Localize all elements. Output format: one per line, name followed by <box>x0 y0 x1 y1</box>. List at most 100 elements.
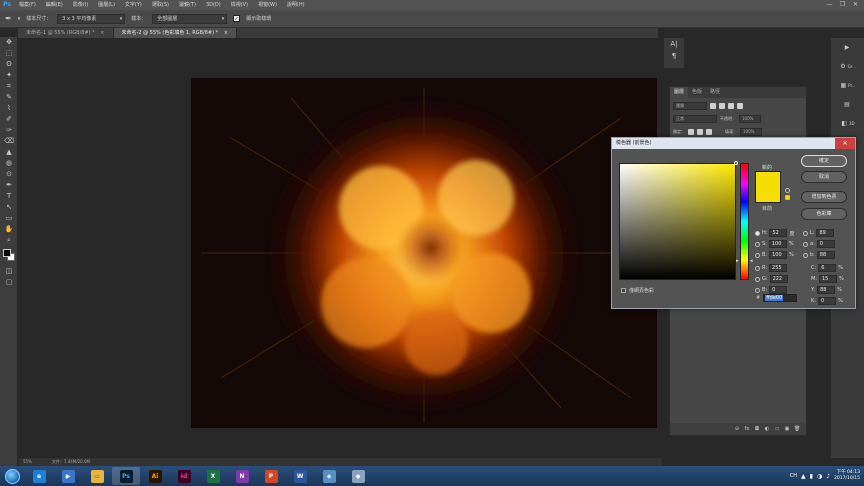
dock-play-item[interactable]: ▶ <box>831 38 864 57</box>
tab-layers[interactable]: 圖層 <box>670 87 689 98</box>
quick-select-tool-icon[interactable]: ✦ <box>0 70 18 81</box>
brightness-radio[interactable] <box>755 252 760 258</box>
current-color-swatch[interactable] <box>755 187 781 203</box>
start-button[interactable] <box>0 466 24 486</box>
add-mask-icon[interactable]: ◘ <box>754 426 760 432</box>
show-hidden-icons-icon[interactable]: ▲ <box>801 473 806 480</box>
dodge-tool-icon[interactable]: ⊙ <box>0 169 18 180</box>
taskbar-app-excel[interactable]: X <box>199 467 227 485</box>
brush-tool-icon[interactable]: ✐ <box>0 114 18 125</box>
menu-item-filter[interactable]: 濾鏡(T) <box>174 0 201 10</box>
zoom-level[interactable]: 55% <box>23 458 32 466</box>
gradient-tool-icon[interactable]: ▲ <box>0 147 18 158</box>
a-input[interactable]: 0 <box>816 240 835 248</box>
menu-item-file[interactable]: 檔案(F) <box>14 0 41 10</box>
menu-item-3d[interactable]: 3D(D) <box>201 0 226 10</box>
quick-mask-icon[interactable]: ◫ <box>0 266 18 277</box>
lock-pixels-icon[interactable] <box>688 128 694 135</box>
sample-select[interactable]: 全部圖層 <box>152 13 228 24</box>
show-ring-checkbox[interactable]: ✓ <box>233 15 241 22</box>
l-radio[interactable] <box>803 230 808 236</box>
color-libraries-button[interactable]: 色彩庫 <box>801 208 847 220</box>
screen-mode-icon[interactable]: ▢ <box>0 277 18 288</box>
path-select-tool-icon[interactable]: ↖ <box>0 202 18 213</box>
eyedropper-icon[interactable]: ✒ <box>5 14 12 23</box>
menu-item-type[interactable]: 文字(Y) <box>120 0 147 10</box>
h-input[interactable]: 52 <box>769 229 788 237</box>
b-radio[interactable] <box>755 287 760 293</box>
blur-tool-icon[interactable]: ◍ <box>0 158 18 169</box>
b-input[interactable]: 0 <box>769 286 788 294</box>
healing-tool-icon[interactable]: ⌇ <box>0 103 18 114</box>
network-icon[interactable]: ◑ <box>817 473 822 480</box>
zoom-tool-icon[interactable]: ⌕ <box>0 235 18 246</box>
taskbar-app-media[interactable]: ▶ <box>54 467 82 485</box>
pen-tool-icon[interactable]: ✒ <box>0 180 18 191</box>
tool-preset-dropdown[interactable]: ▾ <box>18 16 21 22</box>
hue-slider[interactable] <box>740 163 749 280</box>
trash-icon[interactable]: 🗑 <box>794 426 800 432</box>
k-input[interactable]: 0 <box>817 297 836 305</box>
battery-icon[interactable]: ▮ <box>810 473 813 480</box>
c-input[interactable]: 6 <box>818 264 837 272</box>
minimize-icon[interactable]: — <box>823 0 836 10</box>
color-field[interactable] <box>619 163 736 280</box>
taskbar-app-app-11[interactable]: ◈ <box>315 467 343 485</box>
link-layers-icon[interactable]: ⊝ <box>734 426 740 432</box>
l-input[interactable]: 89 <box>816 229 835 237</box>
menu-item-window[interactable]: 視窗(W) <box>253 0 282 10</box>
lock-position-icon[interactable] <box>697 128 703 135</box>
fill-input[interactable]: 100% <box>740 127 762 136</box>
dock-properties-item[interactable]: ▦ Pr... <box>831 76 864 95</box>
menu-item-edit[interactable]: 編輯(E) <box>41 0 68 10</box>
taskbar-app-onenote[interactable]: N <box>228 467 256 485</box>
foreground-color-swatch[interactable] <box>3 249 11 257</box>
dock-list-item[interactable]: ▤ <box>831 95 864 114</box>
lab-b-radio[interactable] <box>803 252 808 258</box>
gamut-warning-icon[interactable] <box>785 188 790 193</box>
s-radio[interactable] <box>755 241 760 247</box>
m-input[interactable]: 15 <box>819 275 837 283</box>
sample-size-select[interactable]: 3 x 3 平均像素 <box>57 13 126 24</box>
doc-tab-1[interactable]: 未命名-1 @ 55% (RGB/8#) * × <box>18 28 114 38</box>
taskbar-app-word[interactable]: W <box>286 467 314 485</box>
menu-item-image[interactable]: 影像(I) <box>68 0 93 10</box>
h-radio[interactable] <box>755 230 760 236</box>
a-radio[interactable] <box>803 241 808 247</box>
taskbar-app-explorer[interactable]: ▭ <box>83 467 111 485</box>
document-canvas[interactable] <box>191 78 657 428</box>
y-input[interactable]: 88 <box>817 286 836 294</box>
blend-mode-select[interactable]: 正常 <box>673 114 717 123</box>
dock-gradient-item[interactable]: ⚙ Gr... <box>831 57 864 76</box>
volume-icon[interactable]: ♪ <box>826 473 830 480</box>
shape-tool-icon[interactable]: ▭ <box>0 213 18 224</box>
new-group-icon[interactable]: ▭ <box>774 426 780 432</box>
layer-style-icon[interactable]: fx <box>744 426 750 432</box>
crop-tool-icon[interactable]: ⌗ <box>0 81 18 92</box>
paragraph-panel-icon[interactable]: ¶ <box>664 50 684 62</box>
tab-paths[interactable]: 路徑 <box>706 87 724 98</box>
stamp-tool-icon[interactable]: ✑ <box>0 125 18 136</box>
g-input[interactable]: 222 <box>769 275 788 283</box>
doc-tab-2[interactable]: 未命名-2 @ 55% (色彩填色 1, RGB/8#) * × <box>113 28 237 38</box>
dock-3d-item[interactable]: ◧ 3D <box>831 114 864 133</box>
taskbar-app-photoshop[interactable]: Ps <box>112 467 140 485</box>
opacity-input[interactable]: 100% <box>739 114 761 123</box>
taskbar-app-ie[interactable]: e <box>25 467 53 485</box>
r-radio[interactable] <box>755 265 760 271</box>
filter-adjust-icon[interactable] <box>719 102 725 109</box>
system-clock[interactable]: 下午 04:13 2017/10/15 <box>834 470 860 482</box>
web-safe-cube-icon[interactable] <box>785 195 790 200</box>
marquee-tool-icon[interactable]: ⬚ <box>0 48 18 59</box>
add-to-swatches-button[interactable]: 增加到色票 <box>801 191 847 203</box>
menu-item-help[interactable]: 說明(H) <box>282 0 310 10</box>
ok-button[interactable]: 確定 <box>801 155 847 167</box>
r-input[interactable]: 255 <box>769 264 788 272</box>
taskbar-app-illustrator[interactable]: Ai <box>141 467 169 485</box>
menu-item-view[interactable]: 檢視(V) <box>226 0 253 10</box>
cancel-button[interactable]: 取消 <box>801 171 847 183</box>
new-layer-icon[interactable]: ▣ <box>784 426 790 432</box>
taskbar-app-powerpoint[interactable]: P <box>257 467 285 485</box>
color-field-cursor[interactable] <box>734 161 738 165</box>
close-icon[interactable]: ✕ <box>849 0 862 10</box>
